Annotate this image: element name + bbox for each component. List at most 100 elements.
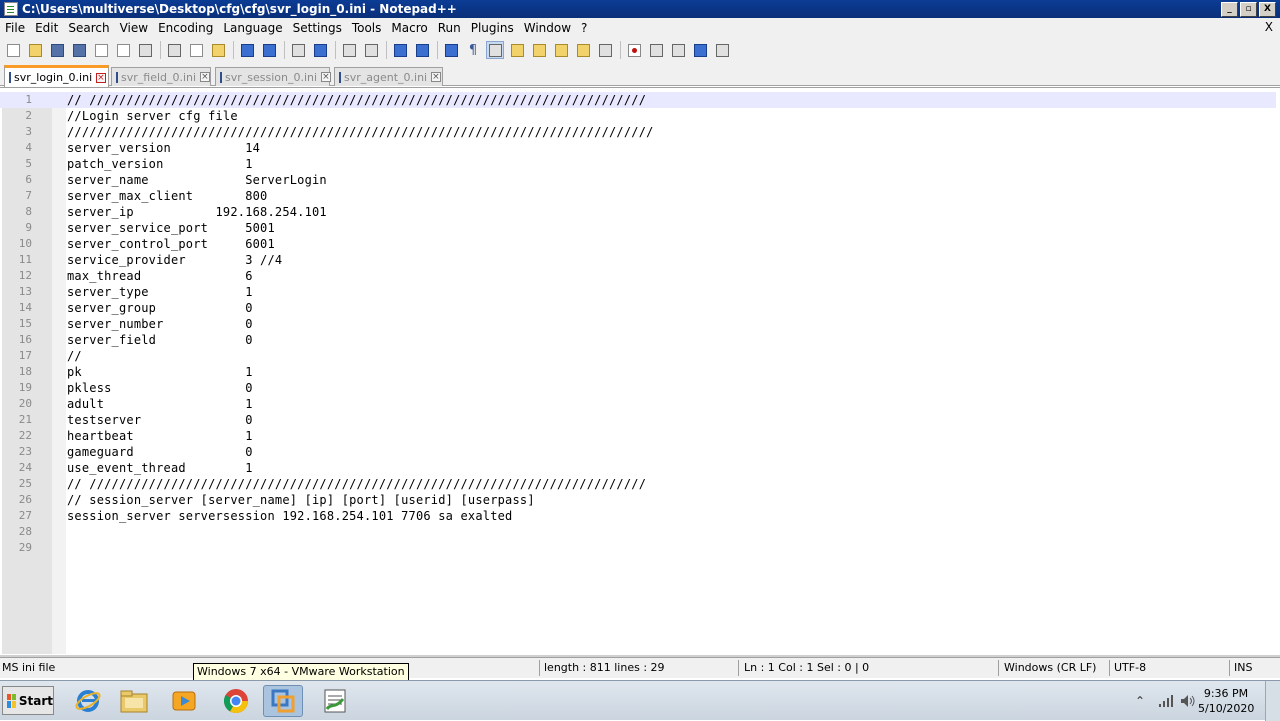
editor-line[interactable]: 8 server_ip 192.168.254.101 bbox=[0, 204, 1276, 220]
taskbar-chrome[interactable] bbox=[216, 685, 256, 717]
editor-line[interactable]: 4 server_version 14 bbox=[0, 140, 1276, 156]
undo-button[interactable] bbox=[238, 41, 256, 59]
document-map-button[interactable] bbox=[530, 41, 548, 59]
taskbar-notepad-plus-plus[interactable] bbox=[315, 685, 355, 717]
copy-button[interactable] bbox=[187, 41, 205, 59]
editor-line[interactable]: 16 server_field 0 bbox=[0, 332, 1276, 348]
editor-line[interactable]: 17 // bbox=[0, 348, 1276, 364]
taskbar-vmware-workstation[interactable] bbox=[263, 685, 303, 717]
editor-line[interactable]: 14 server_group 0 bbox=[0, 300, 1276, 316]
menu-run[interactable]: Run bbox=[433, 21, 466, 35]
menu-language[interactable]: Language bbox=[218, 21, 287, 35]
sync-horizontal-button[interactable] bbox=[413, 41, 431, 59]
close-button[interactable] bbox=[92, 41, 110, 59]
save-all-button[interactable] bbox=[70, 41, 88, 59]
tab-close-icon[interactable]: × bbox=[96, 72, 106, 83]
menu-encoding[interactable]: Encoding bbox=[153, 21, 218, 35]
tab-close-icon[interactable]: × bbox=[321, 72, 331, 82]
editor-line[interactable]: 10 server_control_port 6001 bbox=[0, 236, 1276, 252]
editor-line[interactable]: 9 server_service_port 5001 bbox=[0, 220, 1276, 236]
minimize-button[interactable]: _ bbox=[1221, 1, 1238, 17]
paste-button[interactable] bbox=[209, 41, 227, 59]
menu-macro[interactable]: Macro bbox=[386, 21, 432, 35]
editor-line[interactable]: 29 bbox=[0, 540, 1276, 556]
editor-line[interactable]: 26 // session_server [server_name] [ip] [… bbox=[0, 492, 1276, 508]
line-text: patch_version 1 bbox=[67, 157, 253, 171]
zoom-out-button[interactable] bbox=[362, 41, 380, 59]
tab-svr-agent[interactable]: svr_agent_0.ini × bbox=[334, 67, 443, 86]
restore-button[interactable]: ▫ bbox=[1240, 1, 1257, 17]
menu-plugins[interactable]: Plugins bbox=[466, 21, 519, 35]
editor-line[interactable]: 23 gameguard 0 bbox=[0, 444, 1276, 460]
editor-line[interactable]: 5 patch_version 1 bbox=[0, 156, 1276, 172]
function-list-button[interactable] bbox=[552, 41, 570, 59]
show-hidden-icons-icon[interactable]: ⌃ bbox=[1135, 694, 1145, 708]
show-desktop-button[interactable] bbox=[1265, 681, 1280, 721]
monitoring-button[interactable] bbox=[596, 41, 614, 59]
editor-line[interactable]: 1 // ////////////////////////////////////… bbox=[0, 92, 1276, 108]
editor-line[interactable]: 19 pkless 0 bbox=[0, 380, 1276, 396]
taskbar-file-explorer[interactable] bbox=[114, 685, 154, 717]
editor-line[interactable]: 11 service_provider 3 //4 bbox=[0, 252, 1276, 268]
find-button[interactable] bbox=[289, 41, 307, 59]
editor-line[interactable]: 25 // ///////////////////////////////////… bbox=[0, 476, 1276, 492]
tab-close-icon[interactable]: × bbox=[431, 72, 441, 82]
sync-vertical-button[interactable] bbox=[391, 41, 409, 59]
tab-svr-session[interactable]: svr_session_0.ini × bbox=[215, 67, 331, 86]
editor-line[interactable]: 6 server_name ServerLogin bbox=[0, 172, 1276, 188]
close-button[interactable]: X bbox=[1259, 1, 1276, 17]
menu-view[interactable]: View bbox=[115, 21, 153, 35]
print-button[interactable] bbox=[136, 41, 154, 59]
menu-search[interactable]: Search bbox=[63, 21, 114, 35]
playback-macro-button[interactable] bbox=[669, 41, 687, 59]
tab-svr-field[interactable]: svr_field_0.ini × bbox=[111, 67, 211, 86]
tab-close-icon[interactable]: × bbox=[200, 72, 210, 82]
editor-line[interactable]: 13 server_type 1 bbox=[0, 284, 1276, 300]
redo-button[interactable] bbox=[260, 41, 278, 59]
editor-line[interactable]: 22 heartbeat 1 bbox=[0, 428, 1276, 444]
volume-icon[interactable] bbox=[1180, 694, 1196, 711]
zoom-in-button[interactable] bbox=[340, 41, 358, 59]
editor-line[interactable]: 15 server_number 0 bbox=[0, 316, 1276, 332]
menu-help[interactable]: ? bbox=[576, 21, 592, 35]
taskbar-media-player[interactable] bbox=[164, 685, 204, 717]
editor-line[interactable]: 7 server_max_client 800 bbox=[0, 188, 1276, 204]
menu-tools[interactable]: Tools bbox=[347, 21, 387, 35]
user-defined-language-button[interactable] bbox=[508, 41, 526, 59]
editor-line[interactable]: 3 ///////////////////////////////////////… bbox=[0, 124, 1276, 140]
menu-file[interactable]: File bbox=[0, 21, 30, 35]
tab-svr-login[interactable]: svr_login_0.ini × bbox=[4, 65, 109, 87]
run-macro-multiple-button[interactable] bbox=[691, 41, 709, 59]
word-wrap-button[interactable] bbox=[442, 41, 460, 59]
menu-settings[interactable]: Settings bbox=[288, 21, 347, 35]
system-clock[interactable]: 9:36 PM 5/10/2020 bbox=[1198, 686, 1254, 716]
replace-button[interactable] bbox=[311, 41, 329, 59]
text-editor[interactable]: 1 // ////////////////////////////////////… bbox=[0, 87, 1280, 657]
editor-line[interactable]: 27 session_server serversession 192.168.2… bbox=[0, 508, 1276, 524]
save-button[interactable] bbox=[48, 41, 66, 59]
close-all-button[interactable] bbox=[114, 41, 132, 59]
indent-guide-button[interactable] bbox=[486, 41, 504, 59]
cut-button[interactable] bbox=[165, 41, 183, 59]
taskbar-internet-explorer[interactable] bbox=[68, 685, 108, 717]
close-document-button[interactable]: X bbox=[1265, 20, 1273, 34]
save-macro-button[interactable] bbox=[713, 41, 731, 59]
window-title-bar[interactable]: C:\Users\multiverse\Desktop\cfg\cfg\svr_… bbox=[0, 0, 1280, 18]
menu-edit[interactable]: Edit bbox=[30, 21, 63, 35]
editor-line[interactable]: 12 max_thread 6 bbox=[0, 268, 1276, 284]
folder-as-workspace-button[interactable] bbox=[574, 41, 592, 59]
open-file-button[interactable] bbox=[26, 41, 44, 59]
network-icon[interactable] bbox=[1158, 694, 1174, 711]
stop-recording-button[interactable] bbox=[647, 41, 665, 59]
editor-line[interactable]: 28 bbox=[0, 524, 1276, 540]
editor-line[interactable]: 2 //Login server cfg file bbox=[0, 108, 1276, 124]
start-button[interactable]: Start bbox=[2, 686, 54, 715]
menu-window[interactable]: Window bbox=[519, 21, 576, 35]
editor-line[interactable]: 18 pk 1 bbox=[0, 364, 1276, 380]
record-macro-button[interactable] bbox=[625, 41, 643, 59]
editor-line[interactable]: 24 use_event_thread 1 bbox=[0, 460, 1276, 476]
show-all-characters-button[interactable]: ¶ bbox=[464, 41, 482, 59]
new-file-button[interactable] bbox=[4, 41, 22, 59]
editor-line[interactable]: 21 testserver 0 bbox=[0, 412, 1276, 428]
editor-line[interactable]: 20 adult 1 bbox=[0, 396, 1276, 412]
